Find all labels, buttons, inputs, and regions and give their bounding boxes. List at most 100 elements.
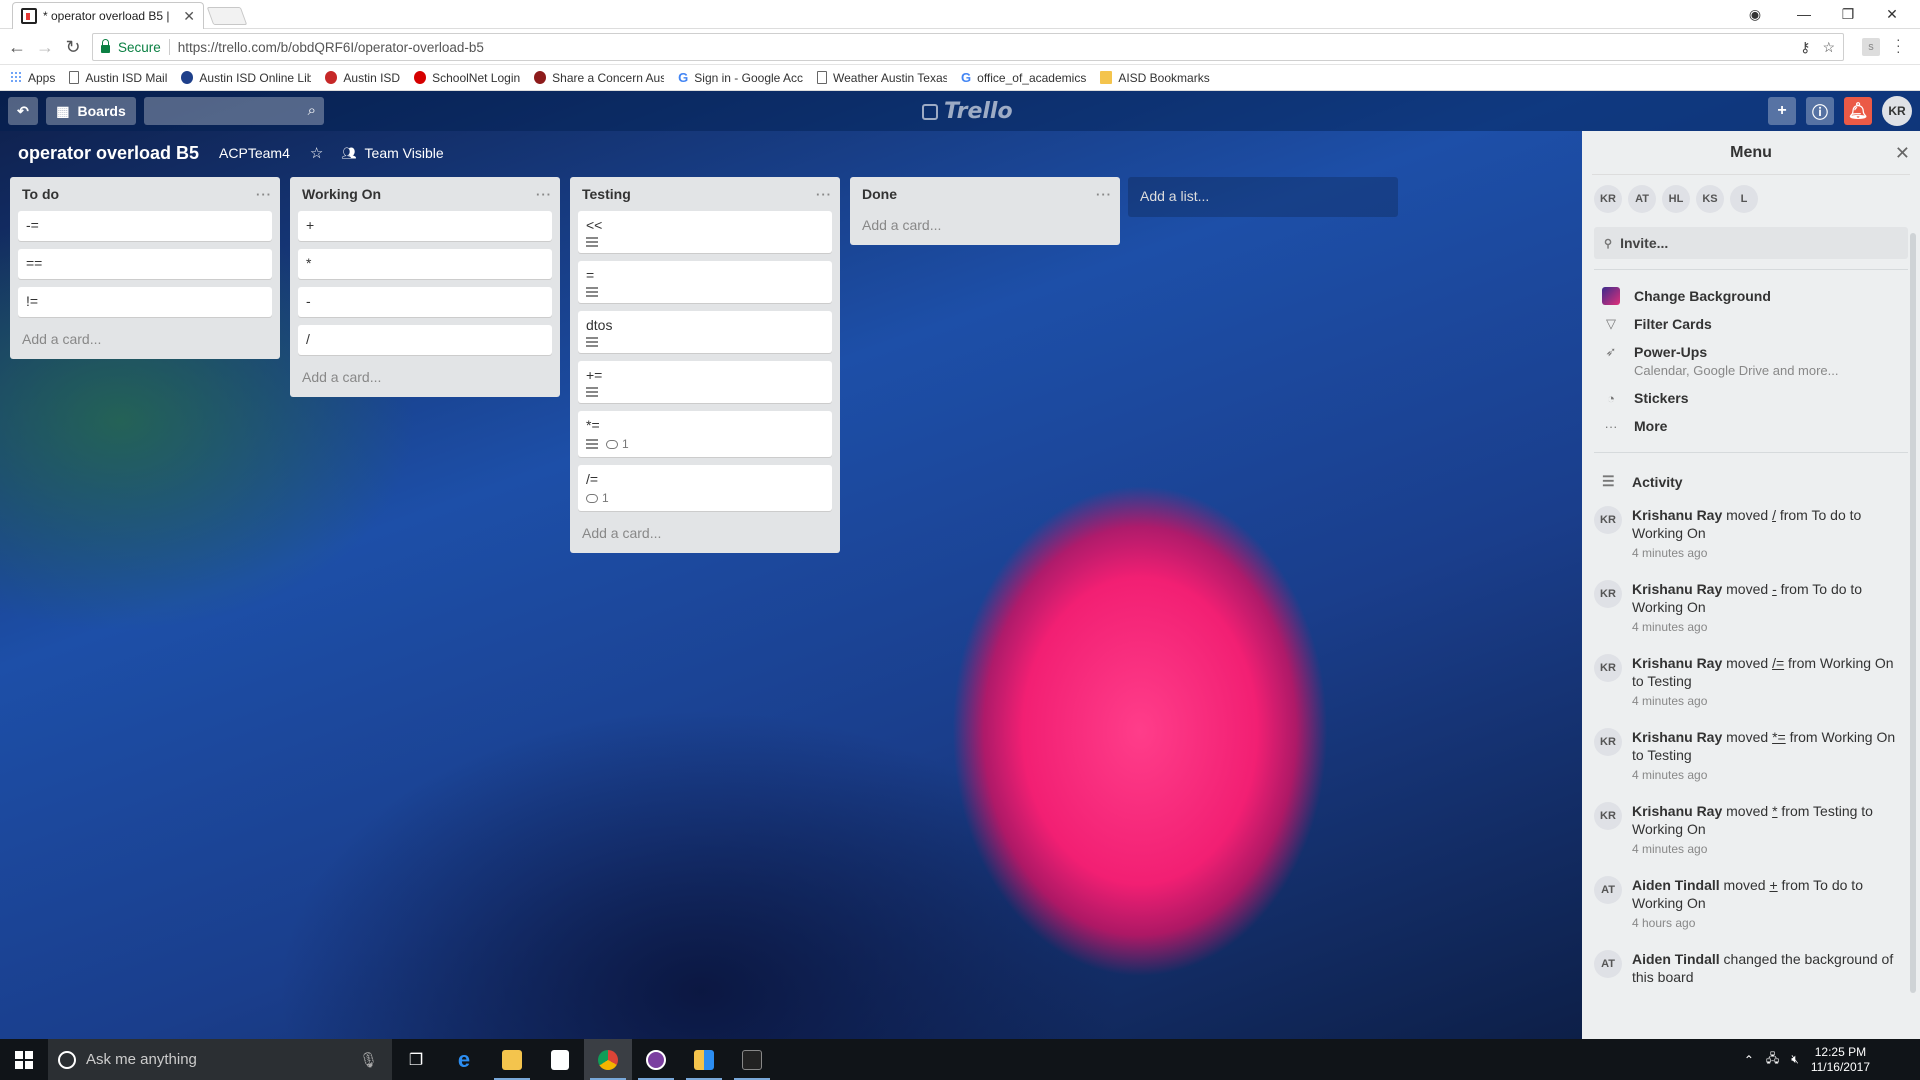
boards-button[interactable]: ▦ Boards [46,97,136,125]
activity-time[interactable]: 4 minutes ago [1632,618,1908,636]
list-title[interactable]: Done [862,186,897,202]
list-header[interactable]: To do ··· [18,177,272,211]
card[interactable]: << [578,211,832,253]
task-view-icon[interactable]: ❐ [392,1039,440,1080]
cortana-search[interactable]: Ask me anything 🎙︎ [48,1039,392,1080]
app-purple-icon[interactable] [632,1039,680,1080]
add-card-button[interactable]: Add a card... [578,519,832,547]
bookmark-apps[interactable]: Apps [10,71,55,85]
member-avatar[interactable]: KR [1594,580,1622,608]
activity-user[interactable]: Krishanu Ray [1632,803,1722,819]
minimize-button[interactable]: — [1784,2,1824,26]
card[interactable]: /= 1 [578,465,832,511]
terminal-icon[interactable] [728,1039,776,1080]
menu-scrollbar[interactable] [1910,233,1916,993]
url-text[interactable]: https://trello.com/b/obdQRF6I/operator-o… [178,40,484,55]
menu-filter-cards[interactable]: ▽ Filter Cards [1582,310,1920,338]
add-card-button[interactable]: Add a card... [298,363,552,391]
card[interactable]: + [298,211,552,241]
list-title[interactable]: To do [22,186,59,202]
volume-muted-icon[interactable]: 🔇︎ [1791,1052,1799,1067]
list-title[interactable]: Working On [302,186,381,202]
bookmark-austin-isd-mail[interactable]: Austin ISD Mail [69,71,167,85]
add-card-button[interactable]: Add a card... [858,211,1112,239]
activity-user[interactable]: Aiden Tindall [1632,877,1720,893]
menu-more[interactable]: ··· More [1582,412,1920,440]
tab-close-icon[interactable]: ✕ [183,8,195,25]
card[interactable]: == [18,249,272,279]
list-menu-icon[interactable]: ··· [1096,187,1112,202]
store-icon[interactable] [536,1039,584,1080]
forward-icon[interactable]: → [32,34,58,60]
back-to-home-button[interactable]: ↶ [8,97,38,125]
list-title[interactable]: Testing [582,186,631,202]
secure-indicator[interactable]: Secure [101,39,161,55]
edge-icon[interactable]: e [440,1039,488,1080]
info-icon[interactable]: ⓘ [1806,97,1834,125]
card[interactable]: * [298,249,552,279]
bookmark-austin-isd[interactable]: Austin ISD [325,71,400,85]
taskbar-clock[interactable]: 12:25 PM 11/16/2017 [1811,1045,1870,1075]
activity-time[interactable]: 4 hours ago [1632,914,1908,932]
app-tiles-icon[interactable] [680,1039,728,1080]
member-avatar[interactable]: KR [1594,728,1622,756]
list-menu-icon[interactable]: ··· [256,187,272,202]
create-button[interactable]: + [1768,97,1796,125]
activity-time[interactable]: 4 minutes ago [1632,692,1908,710]
card[interactable]: dtos [578,311,832,353]
microphone-icon[interactable]: 🎙︎ [359,1051,378,1069]
menu-change-background[interactable]: Change Background [1582,282,1920,310]
activity-card-link[interactable]: * [1772,803,1777,819]
member-avatar[interactable]: KS [1696,185,1724,213]
search-icon[interactable]: ⌕ [308,102,316,119]
chrome-icon[interactable] [584,1039,632,1080]
tray-chevron-icon[interactable]: ⌃ [1744,1053,1754,1067]
back-icon[interactable]: ← [4,34,30,60]
key-icon[interactable]: ⚷ [1800,39,1810,56]
bookmark-aisd-folder[interactable]: AISD Bookmarks [1100,71,1210,85]
card[interactable]: *= 1 [578,411,832,457]
browser-tab-active[interactable]: * operator overload B5 | ✕ [12,2,204,29]
add-list-button[interactable]: Add a list... [1128,177,1398,217]
member-avatar[interactable]: KR [1594,506,1622,534]
activity-user[interactable]: Krishanu Ray [1632,581,1722,597]
bookmark-google-signin[interactable]: G Sign in - Google Acc [678,71,803,85]
activity-card-link[interactable]: /= [1772,655,1784,671]
activity-user[interactable]: Krishanu Ray [1632,729,1722,745]
list-header[interactable]: Working On ··· [298,177,552,211]
menu-stickers[interactable]: ◔ Stickers [1582,384,1920,412]
profile-icon[interactable]: ◉ [1735,2,1775,26]
member-avatar[interactable]: KR [1594,185,1622,213]
file-explorer-icon[interactable] [488,1039,536,1080]
bookmark-share-concern[interactable]: Share a Concern Aus [534,71,664,85]
menu-power-ups[interactable]: ➶ Power-Ups Calendar, Google Drive and mor… [1582,338,1920,384]
activity-card-link[interactable]: - [1772,581,1777,597]
network-icon[interactable]: 🖧︎ [1766,1049,1779,1070]
card[interactable]: != [18,287,272,317]
list-header[interactable]: Done ··· [858,177,1112,211]
activity-time[interactable]: 4 minutes ago [1632,840,1908,858]
reload-icon[interactable]: ↻ [60,34,86,60]
notifications-bell-icon[interactable]: 🔔︎ [1844,97,1872,125]
activity-card-link[interactable]: + [1769,877,1777,893]
bookmark-schoolnet[interactable]: SchoolNet Login [414,71,520,85]
restore-button[interactable]: ❐ [1828,2,1868,26]
star-icon[interactable]: ☆ [310,144,323,162]
close-icon[interactable]: ✕ [1895,143,1910,164]
activity-user[interactable]: Krishanu Ray [1632,655,1722,671]
browser-menu-icon[interactable]: · · · [1896,32,1901,58]
member-avatar[interactable]: L [1730,185,1758,213]
member-avatar[interactable]: KR [1594,802,1622,830]
card[interactable]: -= [18,211,272,241]
member-avatar[interactable]: AT [1594,876,1622,904]
board-name[interactable]: operator overload B5 [18,143,199,164]
activity-card-link[interactable]: / [1772,507,1776,523]
activity-user[interactable]: Aiden Tindall [1632,951,1720,967]
invite-button[interactable]: ⚲ Invite... [1594,227,1908,259]
card[interactable]: = [578,261,832,303]
list-header[interactable]: Testing ··· [578,177,832,211]
visibility-button[interactable]: 👥︎ Team Visible [341,145,443,161]
card[interactable]: += [578,361,832,403]
extension-icon[interactable]: s [1862,38,1880,56]
user-avatar[interactable]: KR [1882,96,1912,126]
